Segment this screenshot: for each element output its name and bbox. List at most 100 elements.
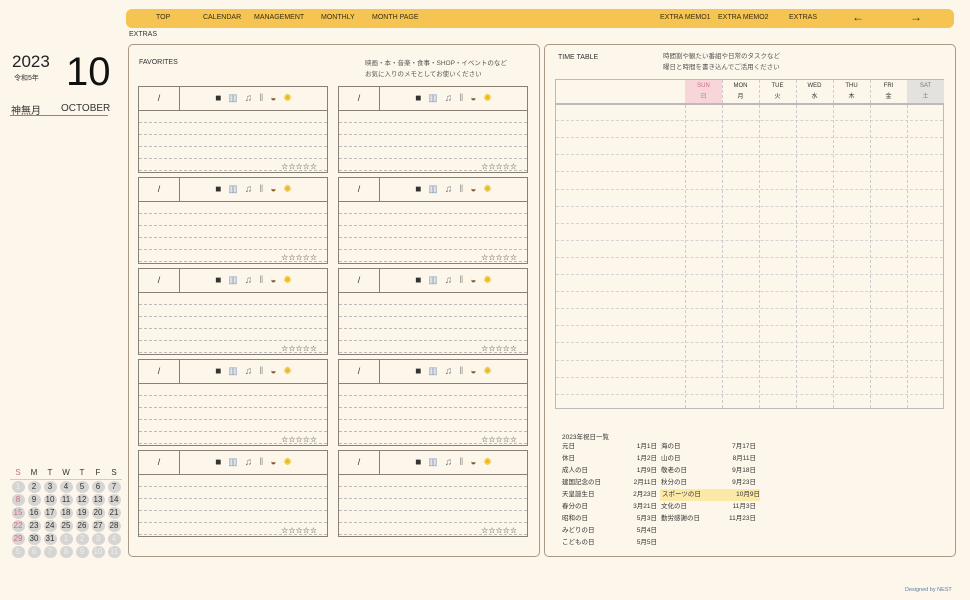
movie-camera-icon[interactable]: ■ [215, 93, 221, 104]
clap-icon[interactable]: ✺ [483, 184, 491, 195]
date-field[interactable]: / [339, 87, 380, 110]
memo-line[interactable] [139, 499, 327, 511]
star-rating[interactable]: ☆☆☆☆☆ [281, 526, 317, 535]
calendar-day[interactable]: 1 [59, 532, 73, 545]
book-icon[interactable]: ▥ [428, 275, 437, 286]
memo-line[interactable] [339, 499, 527, 511]
nav-item-top[interactable]: TOP [156, 14, 170, 21]
memo-line[interactable] [139, 487, 327, 499]
memo-line[interactable] [139, 408, 327, 420]
book-icon[interactable]: ▥ [228, 93, 237, 104]
clap-icon[interactable]: ✺ [283, 184, 291, 195]
nav-item-management[interactable]: MANAGEMENT [254, 14, 304, 21]
calendar-day[interactable]: 11 [107, 545, 121, 558]
music-icon[interactable]: ♫ [245, 93, 253, 104]
music-icon[interactable]: ♫ [445, 184, 453, 195]
star-rating[interactable]: ☆☆☆☆☆ [481, 526, 517, 535]
book-icon[interactable]: ▥ [228, 275, 237, 286]
star-rating[interactable]: ☆☆☆☆☆ [481, 253, 517, 262]
book-icon[interactable]: ▥ [428, 457, 437, 468]
star-rating[interactable]: ☆☆☆☆☆ [481, 435, 517, 444]
date-field[interactable]: / [139, 269, 180, 292]
handbag-icon[interactable]: ◒ [270, 457, 276, 468]
handbag-icon[interactable]: ◒ [470, 275, 476, 286]
calendar-day[interactable]: 28 [107, 519, 121, 532]
memo-line[interactable] [139, 305, 327, 317]
calendar-day[interactable]: 10 [43, 493, 57, 506]
book-icon[interactable]: ▥ [428, 93, 437, 104]
memo-line[interactable] [339, 135, 527, 147]
date-field[interactable]: / [139, 87, 180, 110]
calendar-day[interactable]: 29 [11, 532, 25, 545]
calendar-day[interactable]: 21 [107, 506, 121, 519]
memo-line[interactable] [139, 396, 327, 408]
calendar-day[interactable]: 20 [91, 506, 105, 519]
memo-line[interactable] [139, 317, 327, 329]
date-field[interactable]: / [339, 178, 380, 201]
movie-camera-icon[interactable]: ■ [415, 184, 421, 195]
date-field[interactable]: / [339, 269, 380, 292]
calendar-day[interactable]: 25 [59, 519, 73, 532]
clap-icon[interactable]: ✺ [483, 457, 491, 468]
date-field[interactable]: / [139, 451, 180, 474]
calendar-day[interactable]: 23 [27, 519, 41, 532]
calendar-day[interactable]: 9 [75, 545, 89, 558]
fork-knife-icon[interactable]: ‖ [259, 184, 263, 195]
memo-line[interactable] [339, 384, 527, 396]
handbag-icon[interactable]: ◒ [270, 366, 276, 377]
book-icon[interactable]: ▥ [428, 366, 437, 377]
star-rating[interactable]: ☆☆☆☆☆ [281, 253, 317, 262]
calendar-day[interactable]: 5 [75, 480, 89, 493]
date-field[interactable]: / [139, 178, 180, 201]
memo-line[interactable] [339, 511, 527, 523]
calendar-day[interactable]: 17 [43, 506, 57, 519]
memo-line[interactable] [139, 214, 327, 226]
fork-knife-icon[interactable]: ‖ [459, 457, 463, 468]
book-icon[interactable]: ▥ [228, 184, 237, 195]
calendar-day[interactable]: 18 [59, 506, 73, 519]
memo-line[interactable] [339, 214, 527, 226]
calendar-day[interactable]: 13 [91, 493, 105, 506]
calendar-day[interactable]: 3 [43, 480, 57, 493]
handbag-icon[interactable]: ◒ [270, 184, 276, 195]
next-arrow-button[interactable]: → [910, 10, 922, 24]
fork-knife-icon[interactable]: ‖ [259, 366, 263, 377]
memo-line[interactable] [339, 396, 527, 408]
handbag-icon[interactable]: ◒ [470, 366, 476, 377]
nav-item-calendar[interactable]: CALENDAR [203, 14, 241, 21]
calendar-day[interactable]: 7 [43, 545, 57, 558]
book-icon[interactable]: ▥ [228, 366, 237, 377]
memo-line[interactable] [139, 384, 327, 396]
fork-knife-icon[interactable]: ‖ [259, 457, 263, 468]
fork-knife-icon[interactable]: ‖ [459, 275, 463, 286]
memo-line[interactable] [339, 202, 527, 214]
clap-icon[interactable]: ✺ [483, 93, 491, 104]
calendar-day[interactable]: 24 [43, 519, 57, 532]
prev-arrow-button[interactable]: ← [852, 10, 864, 24]
movie-camera-icon[interactable]: ■ [215, 184, 221, 195]
memo-line[interactable] [339, 487, 527, 499]
calendar-day[interactable]: 6 [91, 480, 105, 493]
calendar-day[interactable]: 4 [59, 480, 73, 493]
music-icon[interactable]: ♫ [445, 457, 453, 468]
calendar-day[interactable]: 11 [59, 493, 73, 506]
nav-item-extra-memo1[interactable]: EXTRA MEMO1 [660, 14, 711, 21]
memo-line[interactable] [139, 329, 327, 341]
calendar-day[interactable]: 14 [107, 493, 121, 506]
calendar-day[interactable]: 30 [27, 532, 41, 545]
star-rating[interactable]: ☆☆☆☆☆ [281, 162, 317, 171]
nav-item-monthly[interactable]: MONTHLY [321, 14, 355, 21]
memo-line[interactable] [139, 238, 327, 250]
music-icon[interactable]: ♫ [445, 275, 453, 286]
music-icon[interactable]: ♫ [245, 275, 253, 286]
book-icon[interactable]: ▥ [428, 184, 437, 195]
nav-item-extras[interactable]: EXTRAS [789, 14, 817, 21]
calendar-day[interactable]: 12 [75, 493, 89, 506]
music-icon[interactable]: ♫ [445, 366, 453, 377]
calendar-day[interactable]: 10 [91, 545, 105, 558]
timetable-grid[interactable]: SUN 日 MON 月 TUE 火 WED 水 THU 木 FRI 金 SAT 土 [555, 79, 944, 409]
calendar-day[interactable]: 8 [59, 545, 73, 558]
clap-icon[interactable]: ✺ [283, 366, 291, 377]
handbag-icon[interactable]: ◒ [470, 184, 476, 195]
clap-icon[interactable]: ✺ [283, 275, 291, 286]
